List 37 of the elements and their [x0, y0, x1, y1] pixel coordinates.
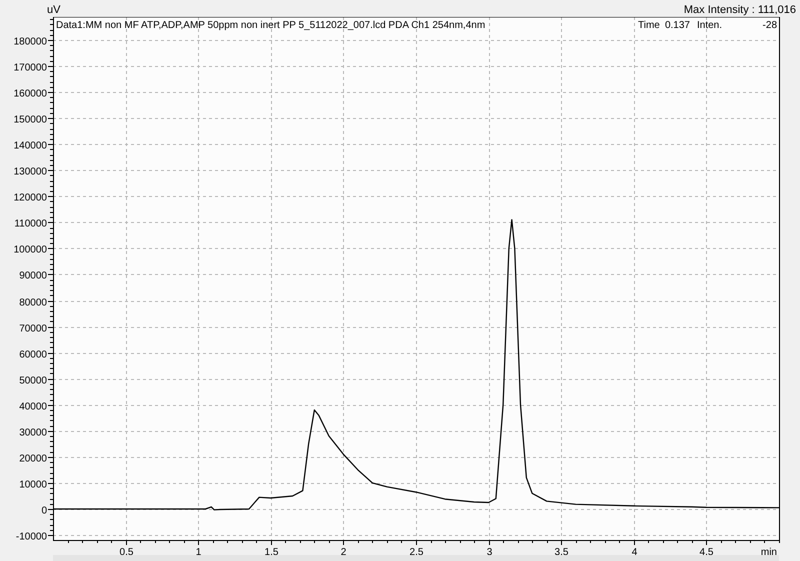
- y-tick-label: 50000: [19, 376, 47, 386]
- y-tick-label: 180000: [14, 36, 47, 48]
- cursor-intensity-value: -28: [762, 20, 777, 31]
- y-tick-label: 150000: [14, 114, 47, 126]
- x-tick-label: 1: [196, 547, 202, 555]
- cursor-intensity-label: Inten.: [697, 20, 722, 31]
- y-tick-label: 40000: [19, 402, 47, 412]
- y-tick-label: 100000: [14, 244, 47, 256]
- y-tick-label: -10000: [16, 532, 47, 542]
- max-intensity-label: Max Intensity : 111,016: [684, 4, 796, 17]
- y-tick-label: 140000: [14, 140, 47, 152]
- y-tick-label: 70000: [19, 324, 47, 334]
- y-tick-label: 90000: [19, 270, 47, 282]
- x-tick-label: 3.5: [554, 547, 568, 555]
- y-tick-label: 30000: [19, 428, 47, 438]
- x-tick-label: 1.5: [264, 547, 278, 555]
- y-tick-label: 160000: [14, 88, 47, 100]
- x-tick-label: 4: [632, 547, 638, 555]
- x-tick-label: 2: [340, 547, 346, 555]
- x-tick-label: 4.5: [700, 547, 714, 555]
- y-axis-unit: uV: [47, 4, 60, 17]
- x-tick-label: 2.5: [410, 547, 424, 555]
- y-tick-label: 110000: [14, 218, 47, 230]
- x-tick-label: 3: [486, 547, 492, 555]
- y-tick-label: 10000: [19, 480, 47, 490]
- y-tick-label: 130000: [14, 166, 47, 178]
- y-tick-label: 80000: [19, 298, 47, 308]
- y-tick-label: 120000: [14, 192, 47, 204]
- cursor-time-value: 0.137: [664, 20, 690, 31]
- y-tick-label: 0: [41, 506, 47, 516]
- data-title: Data1:MM non MF ATP,ADP,AMP 50ppm non inert PP 5_5112022_007.lcd PDA Ch1 254nm,4nm: [56, 20, 486, 31]
- y-tick-label: 170000: [14, 62, 47, 74]
- cursor-time-label: Time: [638, 20, 660, 31]
- y-tick-label: 60000: [19, 350, 47, 360]
- x-axis-title: min: [760, 547, 777, 555]
- y-tick-label: 20000: [19, 454, 47, 464]
- x-tick-label: 0.5: [120, 547, 134, 555]
